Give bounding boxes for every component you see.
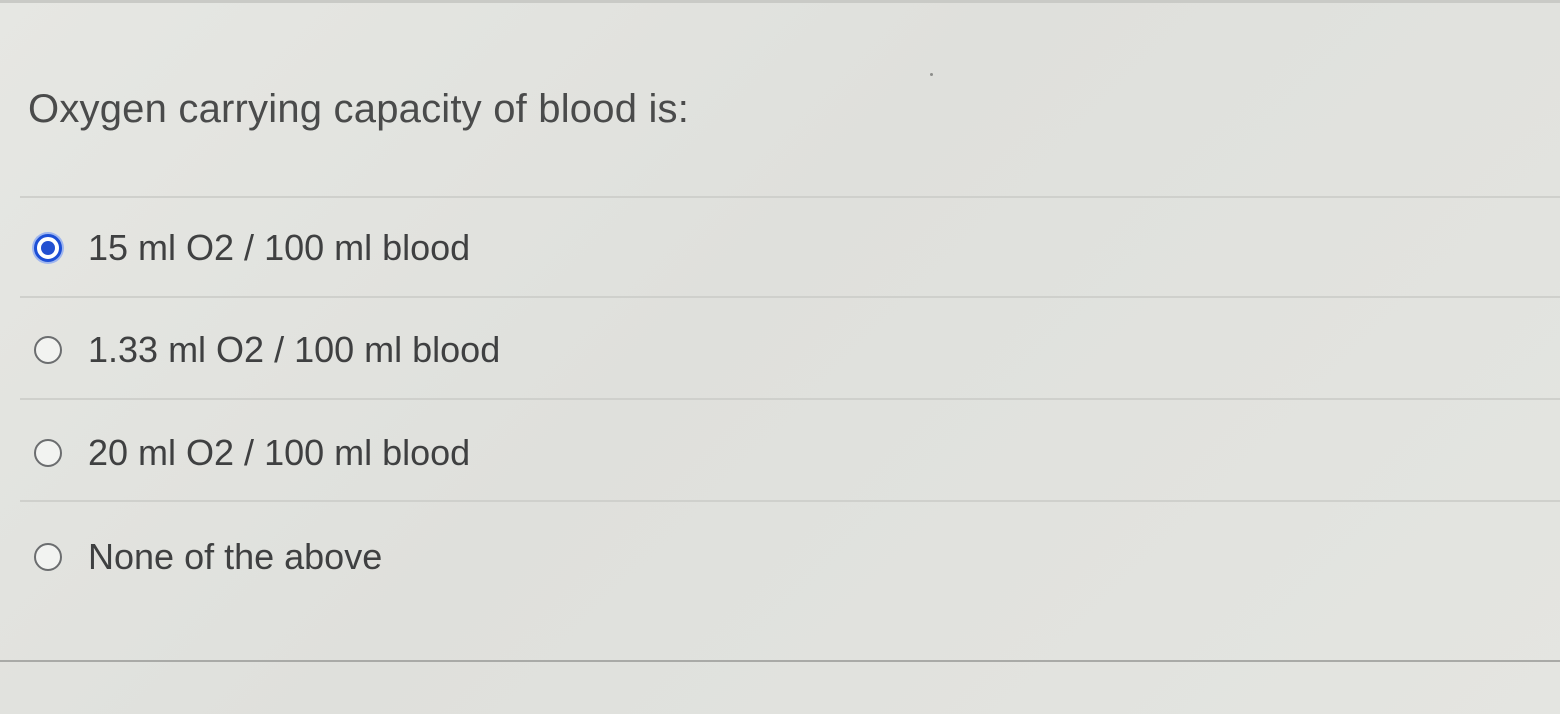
- bottom-rule: [0, 660, 1560, 662]
- answer-option-1[interactable]: 15 ml O2 / 100 ml blood: [34, 220, 934, 276]
- answer-label: 15 ml O2 / 100 ml blood: [88, 227, 471, 268]
- radio-selected-dot: [41, 241, 55, 255]
- radio-button[interactable]: [34, 336, 62, 364]
- question-panel: Oxygen carrying capacity of blood is: 15…: [0, 3, 1560, 663]
- answer-divider: [20, 296, 1560, 298]
- radio-button[interactable]: [34, 439, 62, 467]
- answer-label: 1.33 ml O2 / 100 ml blood: [88, 329, 501, 370]
- answer-option-3[interactable]: 20 ml O2 / 100 ml blood: [34, 425, 934, 481]
- answer-divider: [20, 500, 1560, 502]
- selected-radio-button[interactable]: [34, 234, 62, 262]
- radio-button[interactable]: [34, 543, 62, 571]
- answer-divider: [20, 398, 1560, 400]
- answer-label: 20 ml O2 / 100 ml blood: [88, 432, 471, 473]
- quiz-screen: Oxygen carrying capacity of blood is: 15…: [0, 0, 1560, 714]
- answer-option-4[interactable]: None of the above: [34, 529, 934, 585]
- answer-divider: [20, 196, 1560, 198]
- answer-list: 15 ml O2 / 100 ml blood 1.33 ml O2 / 100…: [0, 3, 1560, 663]
- answer-label: None of the above: [88, 536, 383, 577]
- answer-option-2[interactable]: 1.33 ml O2 / 100 ml blood: [34, 322, 934, 378]
- screen-speck: [930, 73, 933, 76]
